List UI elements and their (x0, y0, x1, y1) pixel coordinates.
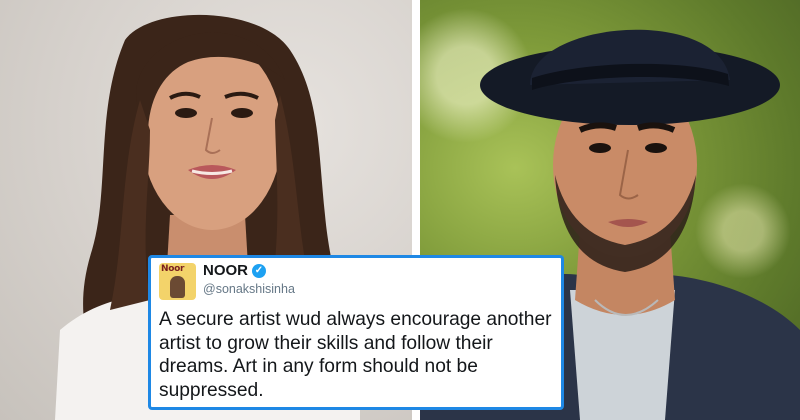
profile-avatar: Noor (159, 263, 196, 300)
tweet-handle: @sonakshisinha (203, 282, 295, 296)
tweet-card: Noor NOOR ✓ @sonakshisinha A secure arti… (148, 255, 564, 410)
tweet-display-name: NOOR (203, 262, 248, 279)
verified-badge-icon: ✓ (252, 263, 266, 278)
tweet-name-row: NOOR ✓ (203, 262, 266, 279)
avatar-face-icon (170, 276, 185, 298)
avatar-logo-text: Noor (161, 264, 185, 274)
tweet-text: A secure artist wud always encourage ano… (159, 309, 552, 401)
